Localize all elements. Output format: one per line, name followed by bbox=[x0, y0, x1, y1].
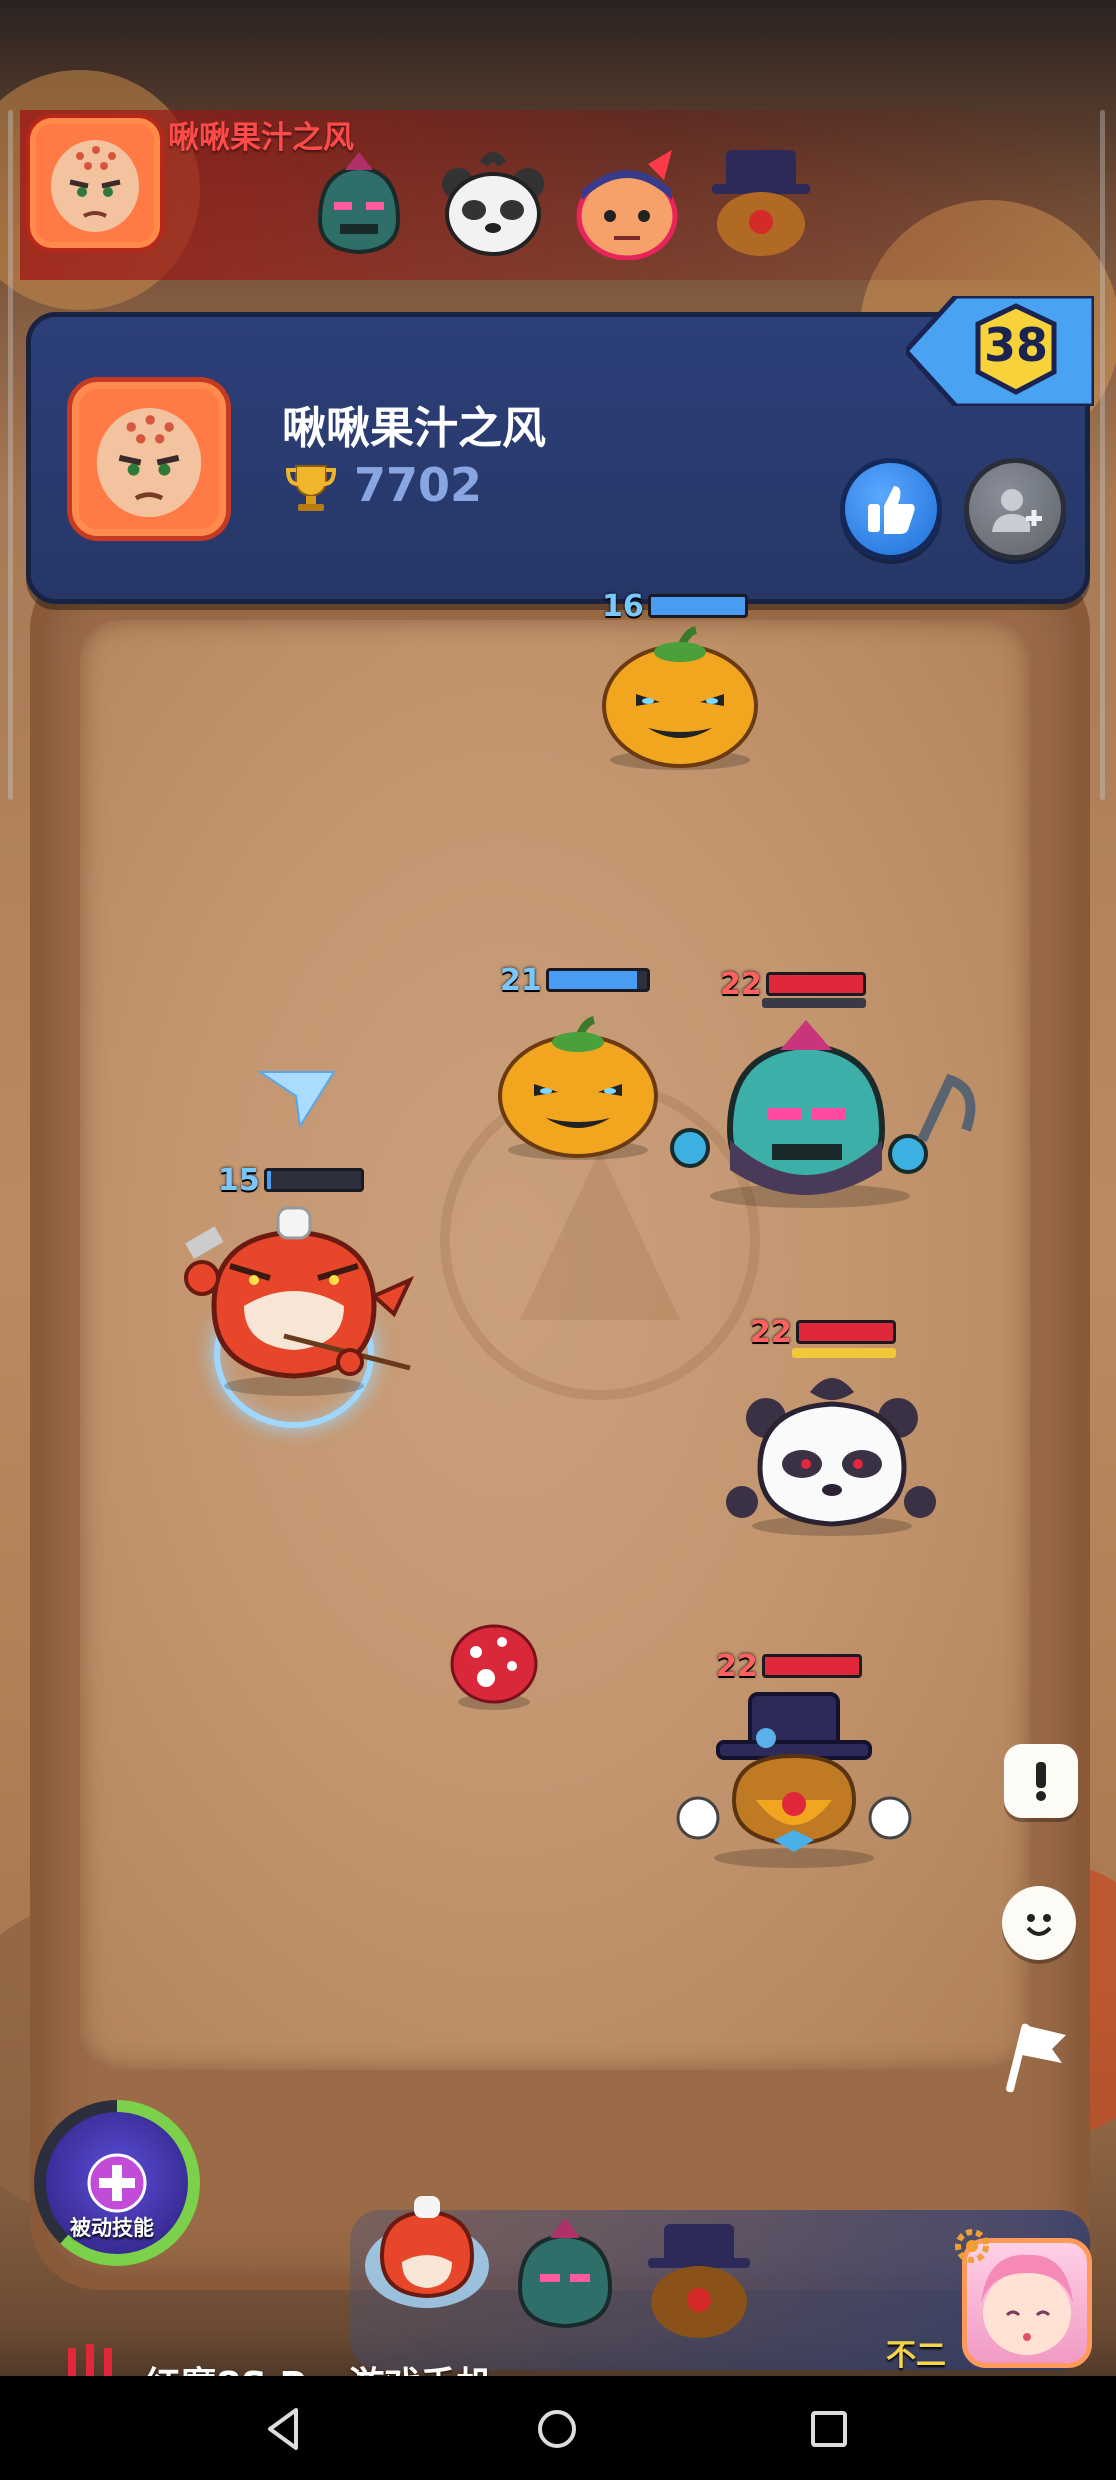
scrollbar-right bbox=[1100, 110, 1105, 800]
unit-hp-bar: 15 bbox=[218, 1163, 364, 1198]
back-icon[interactable] bbox=[260, 2404, 310, 2454]
target-arrow-icon bbox=[258, 1071, 336, 1128]
unit-hp-value: 22 bbox=[720, 966, 762, 1002]
unit-hp-value: 21 bbox=[500, 962, 542, 998]
queue-panda-icon bbox=[442, 152, 544, 256]
top-player-avatar[interactable] bbox=[30, 118, 160, 248]
surrender-button[interactable] bbox=[1000, 2020, 1074, 2094]
alert-button[interactable] bbox=[1004, 1744, 1078, 1818]
unit-shield-track bbox=[792, 1348, 896, 1358]
monk-face-icon bbox=[79, 389, 219, 529]
unit-hp-fill bbox=[650, 597, 745, 615]
add-friend-icon bbox=[992, 489, 1042, 532]
unit-hp-fill bbox=[768, 975, 863, 993]
queue-clown-icon bbox=[712, 150, 810, 256]
unit-hp-bar: 16 bbox=[602, 589, 748, 624]
exclamation-icon bbox=[1036, 1762, 1046, 1801]
unit-hp-fill bbox=[266, 1171, 272, 1189]
unit-hp-track bbox=[765, 972, 866, 996]
unit-hp-value: 22 bbox=[750, 1314, 792, 1350]
unit-shield-track bbox=[762, 998, 866, 1008]
plus-orb-icon bbox=[87, 2153, 147, 2213]
trophy-count: 7702 bbox=[354, 458, 483, 512]
zombie-unit[interactable] bbox=[660, 1020, 980, 1210]
unit-hp-fill bbox=[798, 1323, 893, 1341]
passive-skill-label: 被动技能 bbox=[70, 2216, 154, 2240]
unit-hp-value: 22 bbox=[716, 1648, 758, 1684]
smile-icon bbox=[1026, 1914, 1052, 1936]
tray-red-dragon-icon[interactable] bbox=[362, 2190, 492, 2320]
like-button[interactable] bbox=[840, 458, 942, 560]
monk-face-icon bbox=[36, 124, 154, 242]
unit-hp-bar: 22 bbox=[720, 967, 866, 1002]
add-friend-button[interactable] bbox=[964, 458, 1066, 560]
emote-button[interactable] bbox=[1002, 1886, 1076, 1960]
player-name: 啾啾果汁之风 bbox=[282, 403, 546, 454]
mushroom-item[interactable] bbox=[446, 1620, 542, 1712]
red-dragon-unit[interactable] bbox=[174, 1196, 434, 1406]
thumbs-up-icon bbox=[868, 486, 915, 534]
game-screen: 啾啾果汁之风 啾啾果汁之风 7702 38 16 21 22 15 22 22 … bbox=[0, 0, 1116, 2480]
scrollbar-left bbox=[8, 110, 13, 800]
player-level: 38 bbox=[983, 318, 1048, 372]
unit-hp-track bbox=[761, 1654, 862, 1678]
unit-hp-bar: 22 bbox=[716, 1649, 862, 1684]
pumpkin-unit[interactable] bbox=[596, 624, 764, 774]
unit-hp-value: 16 bbox=[602, 588, 644, 624]
player-avatar[interactable] bbox=[72, 382, 226, 536]
unit-hp-track bbox=[545, 968, 650, 992]
gear-icon bbox=[955, 2229, 989, 2263]
recents-icon[interactable] bbox=[804, 2404, 854, 2454]
home-icon[interactable] bbox=[532, 2404, 582, 2454]
unit-hp-track bbox=[647, 594, 748, 618]
unit-hp-track bbox=[795, 1320, 896, 1344]
tray-zombie-icon[interactable] bbox=[500, 2214, 630, 2344]
clown-unit[interactable] bbox=[670, 1690, 920, 1870]
flag-icon bbox=[1006, 2023, 1066, 2093]
unit-hp-track bbox=[263, 1168, 364, 1192]
queue-warrior-girl-icon bbox=[576, 150, 678, 260]
unit-hp-fill bbox=[764, 1657, 859, 1675]
panda-unit[interactable] bbox=[720, 1368, 940, 1540]
unit-hp-bar: 22 bbox=[750, 1315, 896, 1350]
pumpkin-unit[interactable] bbox=[494, 1014, 662, 1164]
unit-hp-bar: 21 bbox=[500, 963, 650, 998]
unit-hp-value: 15 bbox=[218, 1162, 260, 1198]
tray-clown-icon[interactable] bbox=[634, 2220, 764, 2350]
trophy-icon bbox=[285, 465, 337, 511]
unit-hp-fill bbox=[548, 971, 637, 989]
queue-zombie-icon bbox=[317, 152, 401, 255]
opponent-name: 不二 bbox=[886, 2338, 946, 2373]
